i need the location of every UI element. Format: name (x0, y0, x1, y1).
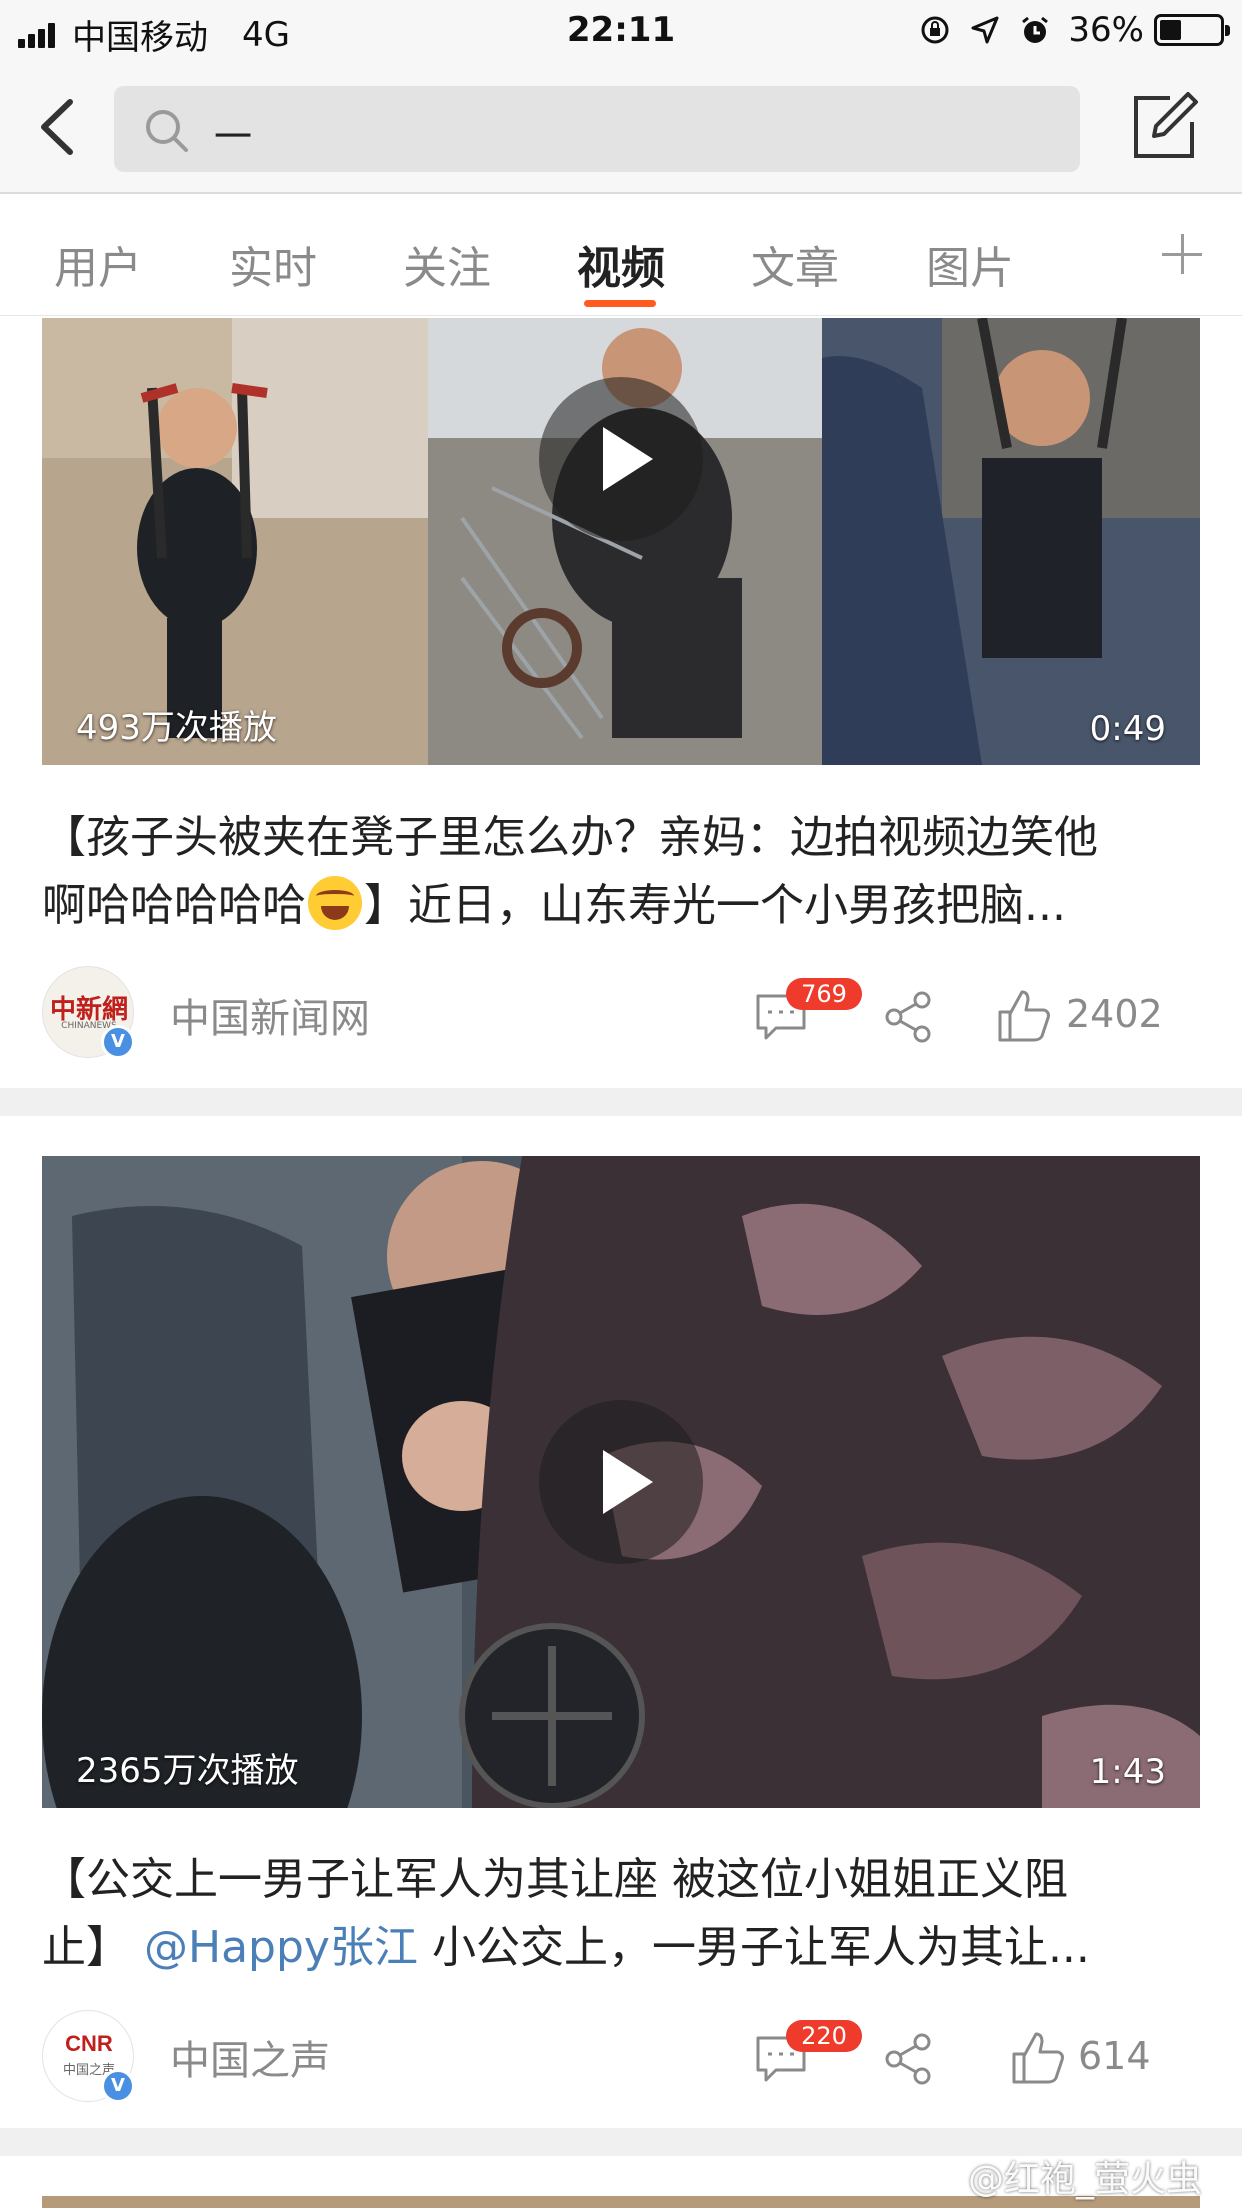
video-post: 2365万次播放 1:43 【公交上一男子让军人为其让座 被这位小姐姐正义阻 止… (0, 1116, 1242, 2128)
headline-text: 止】 (42, 1922, 130, 1973)
location-icon (968, 13, 1002, 47)
weibo-logo-icon (918, 2162, 960, 2193)
share-icon[interactable] (882, 990, 936, 1044)
active-tab-indicator (584, 300, 656, 307)
play-icon[interactable] (539, 1400, 703, 1564)
headline-line: 止】 @Happy张江 小公交上，一男子让军人为其让... (42, 1914, 1202, 1982)
video-duration: 1:43 (1089, 1752, 1166, 1792)
source-logo: CNR (65, 2031, 113, 2056)
chevron-left-icon (41, 99, 73, 155)
like-count: 2402 (1066, 992, 1163, 1036)
battery-icon (1154, 14, 1230, 46)
share-icon[interactable] (882, 2032, 936, 2086)
tab-images[interactable]: 图片 (926, 232, 1014, 296)
laughing-emoji-icon (308, 876, 362, 930)
avatar[interactable]: 中新網 CHINANEWS V (42, 966, 135, 1059)
watermark-text: @红袍_萤火虫 (967, 2159, 1202, 2200)
user-mention-link[interactable]: @Happy张江 (144, 1922, 418, 1973)
tab-realtime[interactable]: 实时 (229, 232, 317, 296)
tab-users[interactable]: 用户 (54, 232, 142, 296)
video-duration: 0:49 (1089, 709, 1166, 749)
like-icon[interactable] (1010, 2030, 1066, 2086)
add-tab-icon[interactable] (1162, 234, 1202, 274)
post-headline[interactable]: 【孩子头被夹在凳子里怎么办？亲妈：边拍视频边笑他 啊哈哈哈哈哈 】近日，山东寿光一… (42, 804, 1202, 940)
search-icon (146, 110, 188, 152)
search-query: 一 (214, 115, 253, 159)
status-bar: 中国移动 4G 22:11 36% (0, 0, 1242, 62)
source-name[interactable]: 中国之声 (170, 2028, 330, 2086)
card-divider (0, 1088, 1242, 1116)
headline-text: 小公交上，一男子让军人为其让... (417, 1922, 1090, 1973)
compose-icon (1134, 92, 1198, 158)
result-tabs: 用户 实时 关注 视频 文章 图片 (0, 196, 1242, 316)
play-count: 2365万次播放 (76, 1751, 299, 1791)
tab-video[interactable]: 视频 (577, 232, 665, 296)
like-count: 614 (1078, 2034, 1151, 2078)
video-thumbnail[interactable]: 2365万次播放 1:43 (42, 1156, 1200, 1808)
back-button[interactable] (30, 92, 90, 162)
play-count: 493万次播放 (76, 708, 277, 748)
headline-line: 【孩子头被夹在凳子里怎么办？亲妈：边拍视频边笑他 (42, 812, 1098, 863)
video-post: 493万次播放 0:49 【孩子头被夹在凳子里怎么办？亲妈：边拍视频边笑他 啊哈… (0, 318, 1242, 1088)
orientation-lock-icon (918, 13, 952, 47)
avatar[interactable]: CNR 中国之声 V (42, 2010, 135, 2103)
headline-text: 】近日，山东寿光一个小男孩把脑... (364, 880, 1066, 931)
compose-button[interactable] (1130, 90, 1200, 162)
post-headline[interactable]: 【公交上一男子让军人为其让座 被这位小姐姐正义阻 止】 @Happy张江 小公交… (42, 1846, 1202, 1982)
search-header: 一 (0, 62, 1242, 194)
alarm-icon (1018, 13, 1052, 47)
battery-percent: 36% (1068, 10, 1144, 50)
play-icon[interactable] (539, 377, 703, 541)
verified-icon: V (101, 1025, 135, 1059)
source-name[interactable]: 中国新闻网 (170, 986, 370, 1044)
headline-line: 啊哈哈哈哈哈 】近日，山东寿光一个小男孩把脑... (42, 872, 1202, 940)
video-thumbnail[interactable]: 493万次播放 0:49 (42, 318, 1200, 765)
headline-text: 啊哈哈哈哈哈 (42, 880, 306, 931)
comment-count-badge: 769 (786, 978, 862, 1010)
comment-count-badge: 220 (786, 2020, 862, 2052)
search-input[interactable]: 一 (114, 86, 1080, 172)
tab-articles[interactable]: 文章 (751, 232, 839, 296)
watermark: @红袍_萤火虫 (918, 2150, 1202, 2202)
tab-following[interactable]: 关注 (403, 232, 491, 296)
like-icon[interactable] (996, 988, 1052, 1044)
verified-icon: V (101, 2069, 135, 2103)
headline-line: 【公交上一男子让军人为其让座 被这位小姐姐正义阻 (42, 1854, 1068, 1905)
